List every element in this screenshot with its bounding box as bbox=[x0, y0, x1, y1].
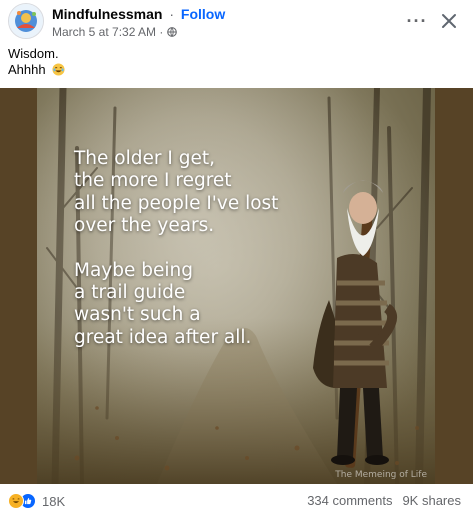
quote-line: all the people I've lost bbox=[74, 192, 279, 214]
quote-line: the more I regret bbox=[74, 170, 232, 192]
author-name-link[interactable]: Mindfulnessman bbox=[52, 6, 162, 22]
shares-count-link[interactable]: 9K shares bbox=[402, 493, 461, 508]
avatar-logo-icon bbox=[9, 4, 43, 38]
close-icon[interactable] bbox=[438, 10, 460, 32]
quote-line: wasn't such a bbox=[74, 304, 201, 326]
quote-line: great idea after all. bbox=[74, 326, 252, 348]
caption-line-2-text: Ahhhh bbox=[8, 62, 46, 77]
post-header: Mindfulnessman · Follow March 5 at 7:32 … bbox=[0, 0, 473, 44]
caption-line-1: Wisdom. bbox=[8, 46, 59, 61]
post-caption: Wisdom. Ahhhh bbox=[8, 46, 65, 78]
separator-dot: · bbox=[169, 6, 175, 22]
feed-post: Mindfulnessman · Follow March 5 at 7:32 … bbox=[0, 0, 473, 516]
post-timestamp[interactable]: March 5 at 7:32 AM · bbox=[52, 25, 163, 39]
quote-line: Maybe being bbox=[74, 259, 193, 281]
author-line: Mindfulnessman · Follow bbox=[52, 6, 225, 23]
post-image: The older I get, the more I regret all t… bbox=[37, 88, 435, 484]
quote-line: The older I get, bbox=[74, 148, 215, 169]
quote-line: a trail guide bbox=[74, 282, 186, 304]
quote-line: over the years. bbox=[74, 215, 215, 237]
follow-button[interactable]: Follow bbox=[181, 6, 225, 22]
laughing-emoji-icon bbox=[52, 63, 65, 76]
post-stats: 334 comments 9K shares bbox=[307, 493, 461, 508]
haha-icon bbox=[8, 493, 24, 509]
reaction-count: 18K bbox=[42, 493, 66, 509]
image-watermark: The Memeing of Life bbox=[335, 470, 427, 480]
post-image-frame[interactable]: The older I get, the more I regret all t… bbox=[0, 88, 473, 484]
meme-quote: The older I get, the more I regret all t… bbox=[74, 148, 434, 349]
post-meta: March 5 at 7:32 AM · bbox=[52, 25, 178, 39]
caption-line-2: Ahhhh bbox=[8, 62, 65, 78]
author-avatar[interactable] bbox=[8, 3, 44, 39]
post-footer: 18K 334 comments 9K shares bbox=[0, 484, 473, 516]
quote-gap bbox=[74, 238, 434, 260]
globe-icon[interactable] bbox=[167, 27, 178, 37]
more-options-icon[interactable]: ··· bbox=[406, 10, 428, 32]
reactions-summary[interactable]: 18K bbox=[8, 493, 65, 509]
comments-count-link[interactable]: 334 comments bbox=[307, 493, 392, 508]
